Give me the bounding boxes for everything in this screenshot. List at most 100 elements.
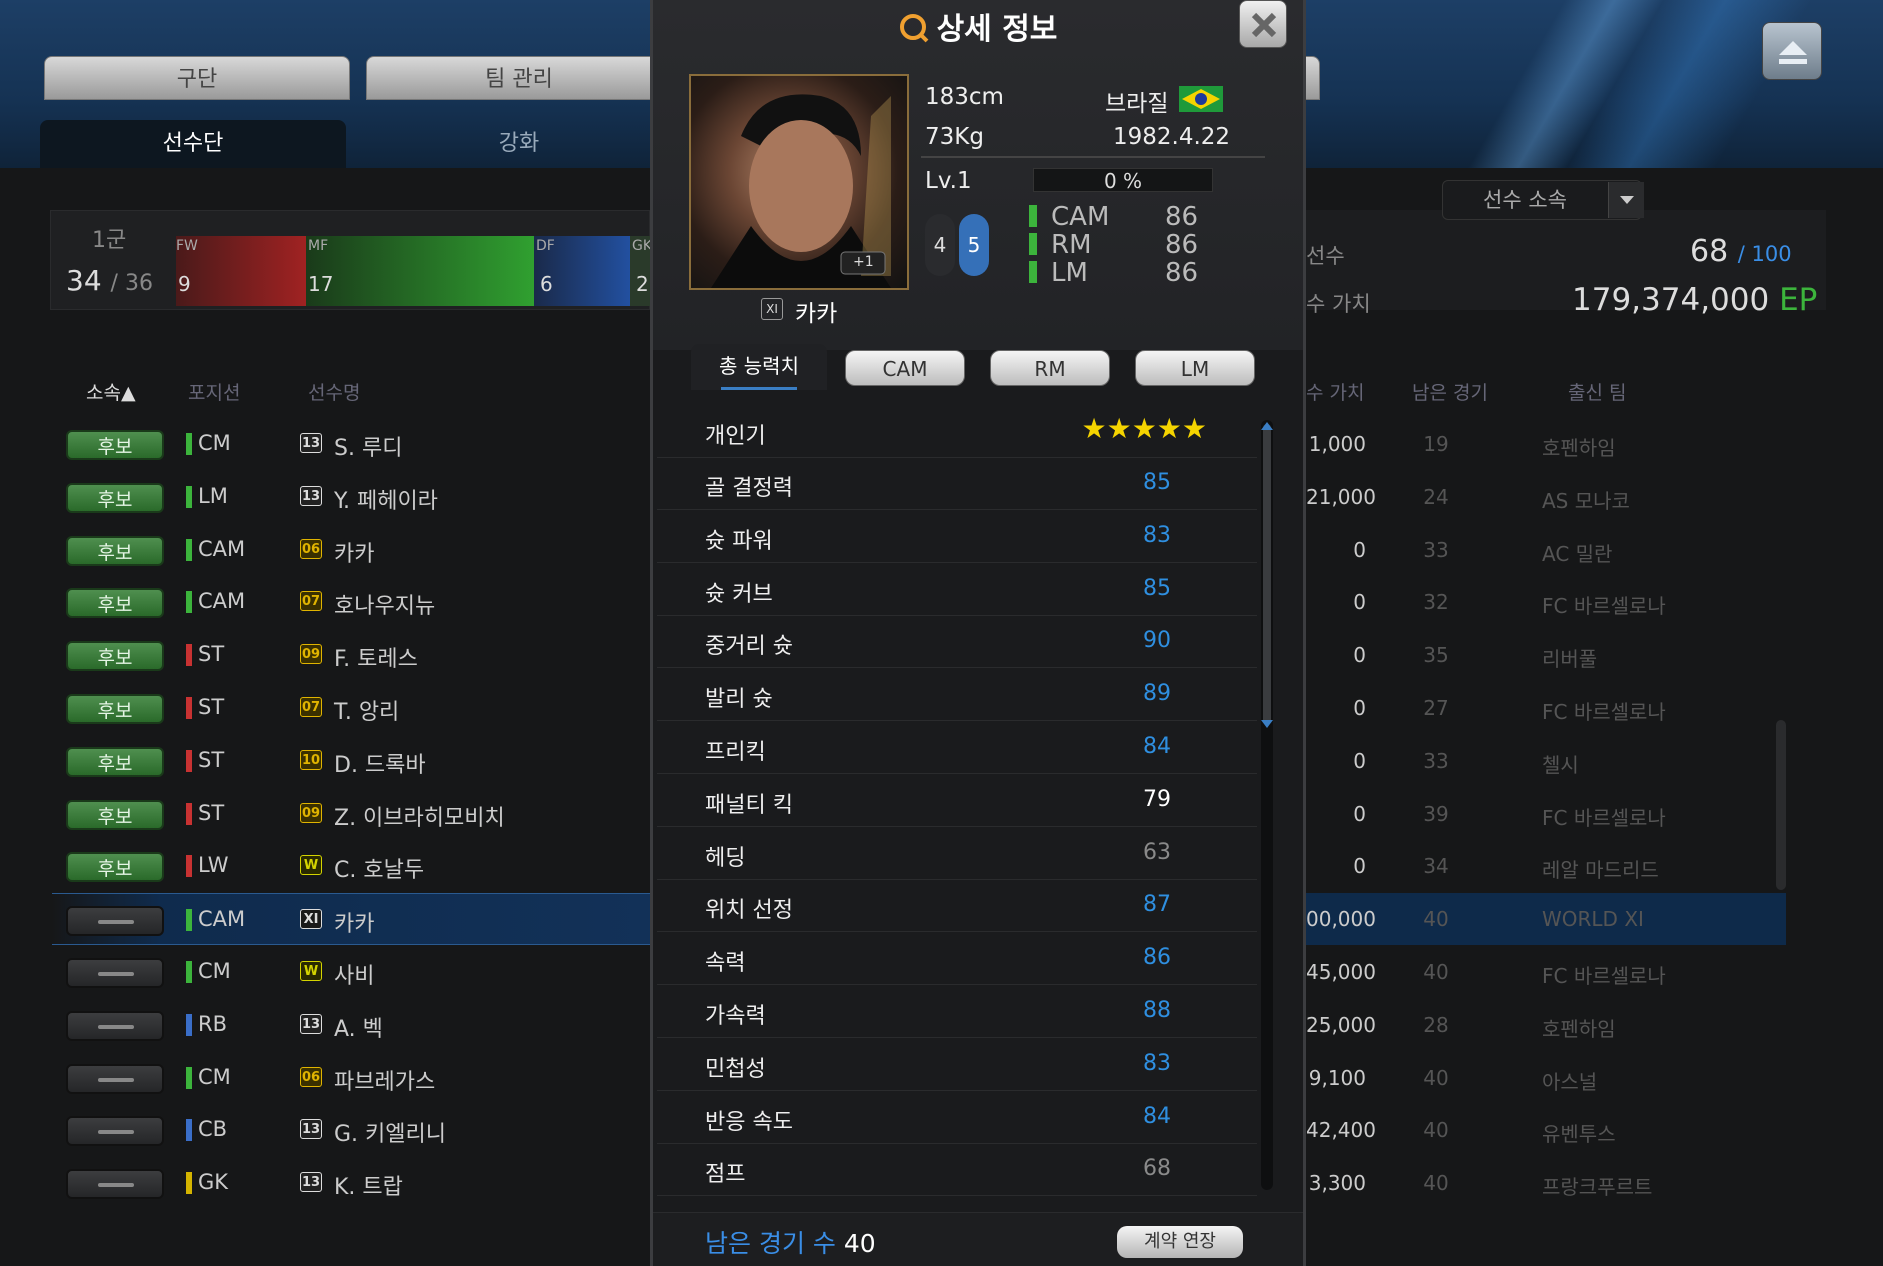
status-badge[interactable]: 후보 — [66, 694, 164, 724]
games-left: 19 — [1423, 432, 1449, 456]
season-badge: 13 — [300, 1172, 322, 1193]
table-row[interactable]: CM 06 파브레가스 — [52, 1052, 652, 1104]
scroll-thumb[interactable] — [1263, 424, 1271, 724]
status-badge[interactable]: 후보 — [66, 482, 164, 513]
stat-name: 가속력 — [705, 1004, 766, 1029]
status-badge[interactable] — [66, 1063, 164, 1094]
chevron-down-icon[interactable] — [1608, 182, 1644, 218]
num-fw: 9 — [178, 272, 191, 296]
status-badge[interactable] — [66, 1116, 164, 1147]
header-games[interactable]: 남은 경기 — [1412, 378, 1488, 405]
stat-name: 속력 — [705, 951, 746, 977]
stat-row: 패널티 킥 79 — [657, 775, 1257, 827]
status-badge[interactable] — [66, 958, 164, 988]
origin-team: AS 모나코 — [1542, 488, 1630, 513]
stat-row: 가속력 88 — [657, 986, 1257, 1038]
table-row[interactable]: 후보 CM 13 S. 루디 — [52, 418, 652, 470]
player-level: Lv.1 — [925, 168, 972, 194]
table-row[interactable]: 후보 ST 09 F. 토레스 — [52, 629, 652, 681]
list-scrollbar[interactable] — [1776, 720, 1786, 890]
table-row[interactable]: CM W 사비 — [52, 946, 652, 998]
table-row-details[interactable]: 21,000 24 AS 모나코 — [1306, 471, 1786, 523]
player-value: 0 — [1353, 643, 1366, 668]
table-row[interactable]: 후보 ST 09 Z. 이브라히모비치 — [52, 788, 652, 840]
table-row[interactable]: GK 13 K. 트랍 — [52, 1157, 652, 1209]
tab-overall[interactable]: 총 능력치 — [691, 344, 827, 390]
table-row-details[interactable]: 0 34 레알 마드리드 — [1306, 840, 1786, 892]
subtab-upgrade[interactable]: 강화 — [366, 120, 672, 168]
table-row-details[interactable]: 0 35 리버풀 — [1306, 629, 1786, 681]
close-button[interactable] — [1239, 0, 1287, 48]
header-player[interactable]: 선수명 — [308, 378, 360, 405]
position-indicator — [186, 909, 192, 932]
header-team[interactable]: 출신 팀 — [1568, 378, 1626, 405]
status-badge[interactable]: 후보 — [66, 430, 164, 460]
games-left: 35 — [1423, 643, 1449, 668]
position-label: ST — [198, 800, 225, 825]
table-row[interactable]: 후보 LW W C. 호날두 — [52, 840, 652, 892]
header-value[interactable]: 수 가치 — [1306, 378, 1364, 405]
header-position[interactable]: 포지션 — [188, 378, 240, 405]
table-row-details[interactable]: 25,000 28 호펜하임 — [1306, 999, 1786, 1051]
table-row-details[interactable]: 9,100 40 아스널 — [1306, 1052, 1786, 1104]
games-left: 40 — [1423, 907, 1449, 932]
status-badge[interactable]: 후보 — [66, 641, 164, 672]
table-row-details[interactable]: 0 33 첼시 — [1306, 735, 1786, 787]
header-affiliation[interactable]: 소속▲ — [86, 378, 136, 405]
table-row[interactable]: 후보 CAM 07 호나우지뉴 — [52, 576, 652, 628]
table-row-details[interactable]: 00,000 40 WORLD XI — [1306, 893, 1786, 946]
status-badge[interactable] — [66, 1169, 164, 1200]
origin-team: 유벤투스 — [1542, 1122, 1616, 1147]
games-left: 28 — [1423, 1012, 1449, 1037]
season-badge: 13 — [300, 433, 322, 453]
season-badge: W — [300, 855, 322, 876]
table-row-details[interactable]: 1,000 19 호펜하임 — [1306, 418, 1786, 470]
table-row-details[interactable]: 45,000 40 FC 바르셀로나 — [1306, 946, 1786, 998]
status-badge[interactable]: 후보 — [66, 799, 164, 830]
player-name: K. 트랍 — [334, 1175, 403, 1201]
table-row[interactable]: CB 13 G. 키엘리니 — [52, 1104, 652, 1156]
skill-moves: 4 — [925, 214, 955, 276]
table-row[interactable]: 후보 ST 10 D. 드록바 — [52, 735, 652, 787]
origin-team: 아스널 — [1542, 1069, 1598, 1094]
tab-lm[interactable]: LM — [1135, 350, 1255, 386]
table-row[interactable]: 후보 LM 13 Y. 페헤이라 — [52, 471, 652, 523]
table-row-details[interactable]: 0 32 FC 바르셀로나 — [1306, 576, 1786, 628]
table-row[interactable]: 후보 CAM 06 카카 — [52, 524, 652, 576]
table-row[interactable]: 후보 ST 07 T. 앙리 — [52, 682, 652, 734]
tab-cam[interactable]: CAM — [845, 350, 965, 386]
position-indicator — [186, 538, 192, 561]
table-row-details[interactable]: 0 27 FC 바르셀로나 — [1306, 682, 1786, 734]
player-value: 0 — [1353, 590, 1366, 615]
position-indicator — [186, 1066, 192, 1089]
eject-button[interactable] — [1762, 22, 1822, 80]
scroll-down-icon[interactable] — [1259, 718, 1275, 730]
status-badge[interactable] — [66, 1010, 164, 1041]
table-row-details[interactable]: 3,300 40 프랑크푸르트 — [1306, 1157, 1786, 1209]
player-value: 0 — [1353, 696, 1366, 720]
stat-value: 85 — [1143, 470, 1171, 495]
status-badge[interactable]: 후보 — [66, 535, 164, 566]
tab-rm[interactable]: RM — [990, 350, 1110, 386]
status-badge[interactable]: 후보 — [66, 852, 164, 883]
table-row[interactable]: RB 13 A. 벡 — [52, 999, 652, 1051]
tab-club[interactable]: 구단 — [44, 56, 350, 100]
season-badge: 10 — [300, 749, 322, 770]
stat-name: 개인기 — [705, 424, 766, 449]
scroll-up-icon[interactable] — [1259, 420, 1275, 432]
status-badge[interactable]: 후보 — [66, 746, 164, 777]
table-row-details[interactable]: 42,400 40 유벤투스 — [1306, 1104, 1786, 1156]
renew-contract-button[interactable]: 계약 연장 — [1117, 1226, 1243, 1258]
status-badge[interactable] — [66, 906, 164, 937]
stat-name: 발리 슛 — [705, 687, 773, 713]
table-row-details[interactable]: 0 39 FC 바르셀로나 — [1306, 788, 1786, 840]
subtab-squad[interactable]: 선수단 — [40, 120, 346, 168]
status-badge[interactable]: 후보 — [66, 588, 164, 619]
games-left: 40 — [1423, 960, 1449, 984]
season-badge: 13 — [300, 1119, 322, 1140]
player-value: 9,100 — [1308, 1065, 1366, 1090]
close-icon — [1251, 12, 1277, 38]
table-row[interactable]: CAM XI 카카 — [52, 893, 652, 946]
table-row-details[interactable]: 0 33 AC 밀란 — [1306, 524, 1786, 576]
tab-team-management[interactable]: 팀 관리 — [366, 56, 672, 100]
